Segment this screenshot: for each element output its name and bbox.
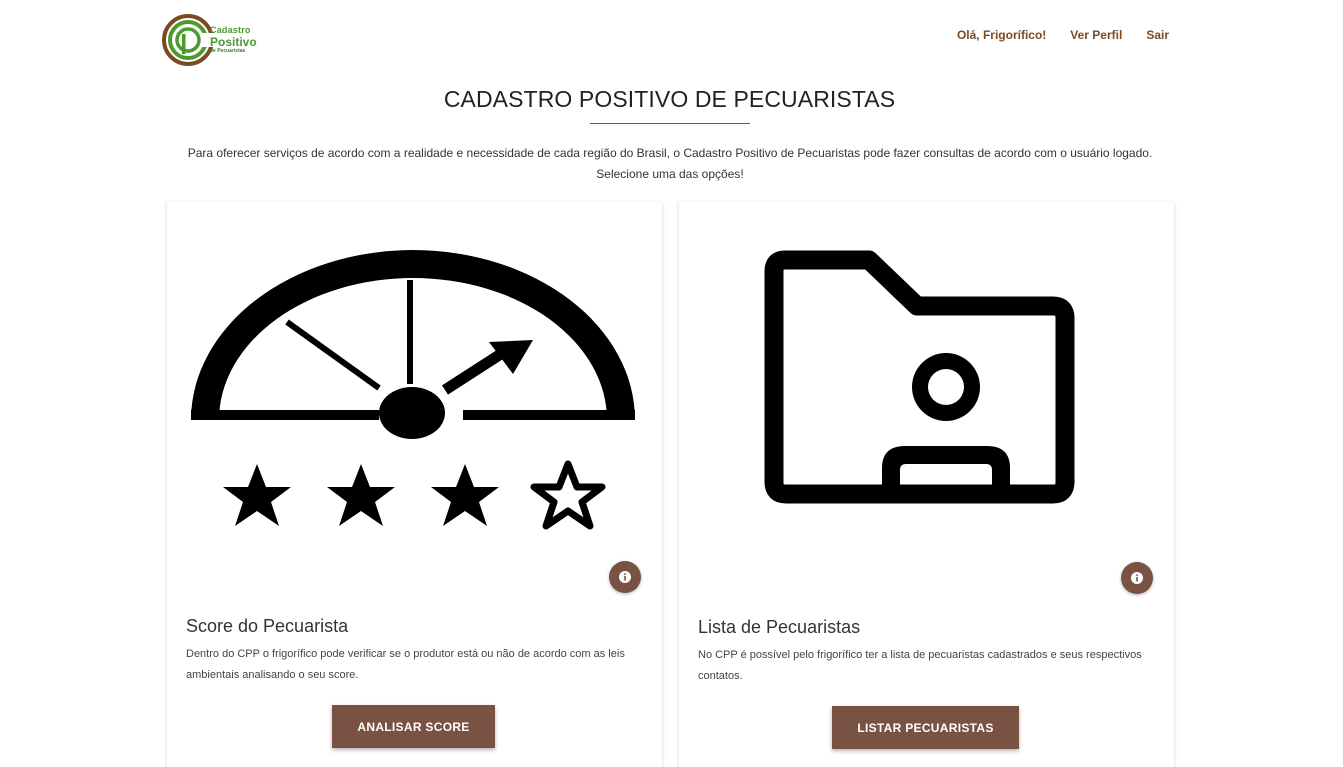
analyze-score-button[interactable]: ANALISAR SCORE (332, 705, 495, 748)
card-title: Lista de Pecuaristas (698, 617, 861, 637)
logo-mark-icon (162, 14, 214, 66)
user-folder-icon (764, 250, 1075, 504)
page-title: CADASTRO POSITIVO DE PECUARISTAS (443, 86, 896, 112)
info-button[interactable] (609, 561, 641, 593)
card-title: Score do Pecuarista (186, 616, 349, 636)
card-description: Dentro do CPP o frigorífico pode verific… (186, 648, 625, 681)
top-nav: Olá, Frigorífico! Ver Perfil Sair (957, 28, 1169, 42)
logo-line-1: Cadastro (210, 25, 251, 35)
card-description: No CPP é possível pelo frigorífico ter a… (698, 649, 1142, 682)
title-underline (590, 123, 750, 124)
info-icon (619, 571, 631, 583)
logo-line-3: de Pecuaristas (210, 48, 246, 54)
nav-view-profile[interactable]: Ver Perfil (1070, 28, 1122, 42)
list-farmers-button[interactable]: LISTAR PECUARISTAS (832, 706, 1019, 749)
farmers-list-card: Lista de Pecuaristas No CPP é possível p… (679, 202, 1174, 767)
logo-text: Cadastro Positivo de Pecuaristas (210, 26, 257, 54)
score-gauge-icon (191, 250, 635, 530)
info-button[interactable] (1121, 562, 1153, 594)
score-card: Score do Pecuarista Dentro do CPP o frig… (167, 202, 662, 767)
info-icon (1131, 572, 1143, 584)
intro-text: Para oferecer serviços de acordo com a r… (187, 146, 1153, 181)
logo-line-2: Positivo (210, 35, 257, 49)
header: Cadastro Positivo de Pecuaristas Olá, Fr… (0, 0, 1343, 72)
nav-logout[interactable]: Sair (1146, 28, 1169, 42)
nav-greeting[interactable]: Olá, Frigorífico! (957, 28, 1046, 42)
logo[interactable]: Cadastro Positivo de Pecuaristas (162, 12, 272, 68)
